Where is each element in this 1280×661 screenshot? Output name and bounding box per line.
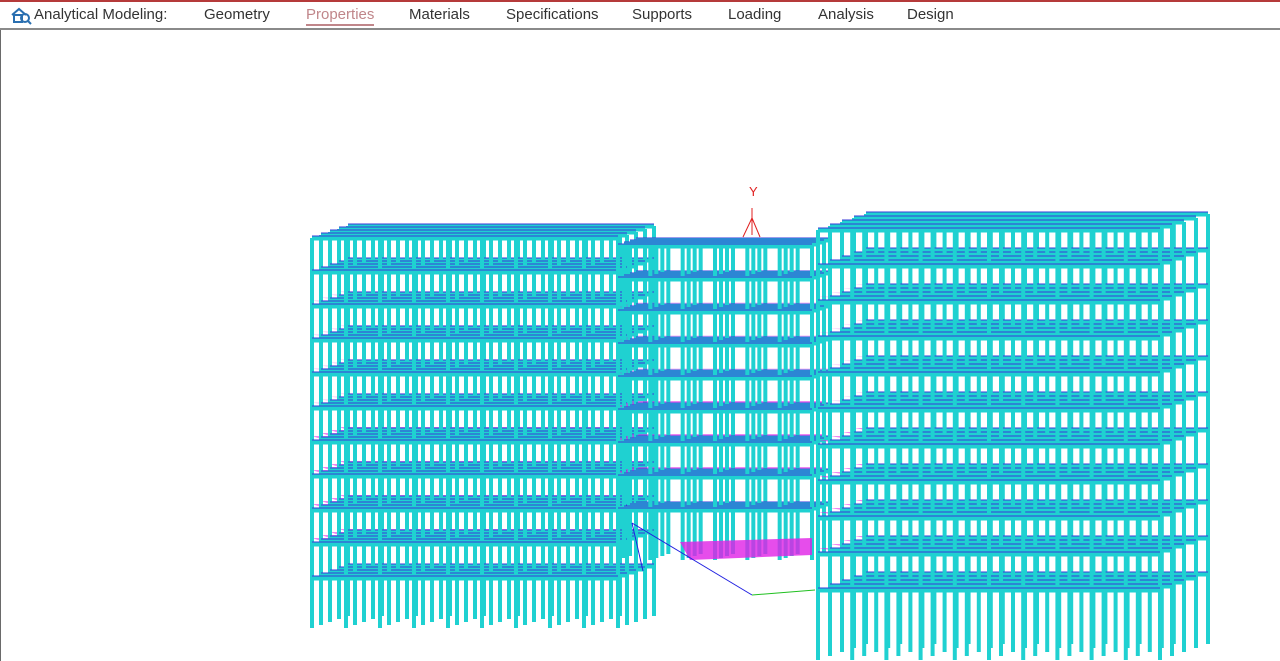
axis-label-y: Y xyxy=(749,184,758,199)
analytical-modeling-icon[interactable] xyxy=(10,5,32,25)
tab-loading[interactable]: Loading xyxy=(728,6,781,23)
ribbon-toolbar: Analytical Modeling: Geometry Properties… xyxy=(0,2,1280,30)
workflow-title: Analytical Modeling: xyxy=(34,6,168,23)
building-block-left xyxy=(310,223,656,628)
tab-supports[interactable]: Supports xyxy=(632,6,692,23)
building-block-right xyxy=(816,211,1210,660)
tab-analysis[interactable]: Analysis xyxy=(818,6,874,23)
tab-properties[interactable]: Properties xyxy=(306,6,375,26)
building-block-middle xyxy=(616,237,832,560)
tab-design[interactable]: Design xyxy=(907,6,954,23)
tab-materials[interactable]: Materials xyxy=(409,6,470,23)
tab-geometry[interactable]: Geometry xyxy=(204,6,270,23)
structure-3d-view[interactable]: Y xyxy=(0,30,1280,661)
tab-specifications[interactable]: Specifications xyxy=(506,6,599,23)
